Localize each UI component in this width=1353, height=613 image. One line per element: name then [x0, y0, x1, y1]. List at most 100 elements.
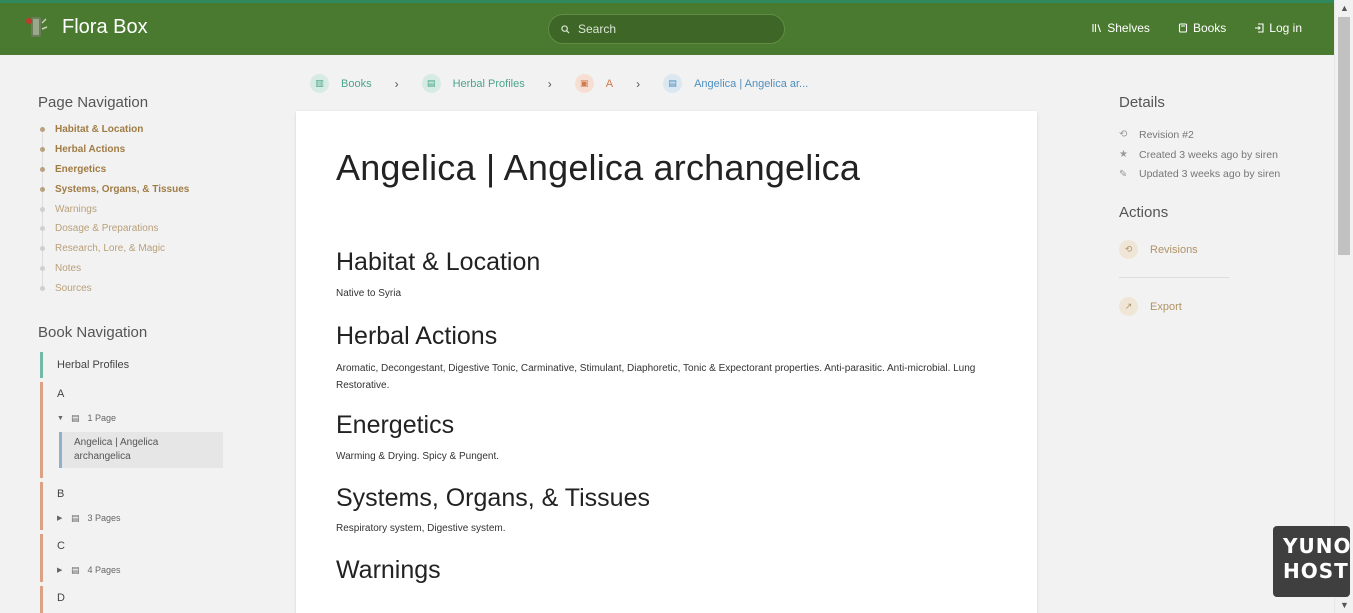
search-input[interactable]	[578, 22, 768, 36]
brand-link[interactable]: Flora Box	[22, 13, 148, 41]
breadcrumb-book[interactable]: ▤ Herbal Profiles	[421, 74, 525, 93]
page-nav-label: Sources	[55, 283, 92, 295]
nav-login-link[interactable]: Log in	[1254, 21, 1302, 35]
page-nav-item[interactable]: Dosage & Preparations	[38, 224, 238, 244]
breadcrumb-books[interactable]: ▥ Books	[310, 74, 372, 93]
page-scrollbar[interactable]: ▲ ▼	[1334, 0, 1353, 613]
page-nav-item[interactable]: Notes	[38, 264, 238, 284]
caret-right-icon: ▶	[57, 515, 63, 522]
current-page-link[interactable]: Angelica | Angelica archangelica	[59, 432, 223, 468]
page-nav-item[interactable]: Warnings	[38, 203, 238, 225]
page-content: Angelica | Angelica archangelica Habitat…	[296, 111, 1037, 613]
page-nav-item[interactable]: Systems, Organs, & Tissues	[38, 183, 238, 205]
book-nav-chapter: A ▼ ▤ 1 Page Angelica | Angelica archang…	[40, 382, 224, 478]
chapter-pages-toggle[interactable]: ▶ ▤ 3 Pages	[57, 506, 224, 530]
revision-detail[interactable]: ⟲ Revision #2	[1119, 125, 1319, 145]
chapter-pages-toggle[interactable]: ▶ ▤ 4 Pages	[57, 558, 224, 582]
section-heading: Herbal Actions	[336, 322, 498, 350]
revisions-button[interactable]: ⟲ Revisions	[1119, 240, 1319, 260]
shelves-icon	[1092, 24, 1102, 33]
breadcrumb: ▥ Books › ▤ Herbal Profiles › ▣ A › ▤ An…	[310, 74, 808, 93]
bullet-dot	[40, 146, 45, 152]
page-nav-label: Energetics	[55, 163, 107, 175]
yunohost-line2: HOST	[1283, 559, 1349, 583]
export-button[interactable]: ↗ Export	[1119, 297, 1319, 317]
updated-detail: ✎ Updated 3 weeks ago by siren	[1119, 165, 1319, 185]
nav-shelves-link[interactable]: Shelves	[1092, 21, 1150, 35]
page-navigation-list: Habitat & Location Herbal Actions Energe…	[38, 125, 238, 304]
revisions-label: Revisions	[1150, 243, 1198, 256]
history-icon: ⟲	[1119, 129, 1128, 141]
search-box[interactable]	[548, 14, 785, 44]
section-text: Native to Syria	[336, 288, 402, 299]
page-nav-label: Systems, Organs, & Tissues	[55, 183, 190, 195]
page-icon: ▤	[663, 74, 683, 93]
yunohost-line1: YUNO	[1283, 534, 1352, 558]
book-nav-chapter: B ▶ ▤ 3 Pages	[40, 482, 224, 530]
brand-name: Flora Box	[62, 15, 148, 38]
top-header: Flora Box Shelves Books Log in	[0, 0, 1334, 55]
page-nav-label: Habitat & Location	[55, 124, 144, 135]
book-nav-book-link[interactable]: Herbal Profiles	[40, 352, 224, 378]
bullet-dot	[40, 206, 45, 212]
nav-books-label: Books	[1192, 21, 1227, 35]
chapter-link[interactable]: B	[57, 482, 224, 506]
chapter-link[interactable]: D	[57, 586, 224, 610]
created-detail: ★ Created 3 weeks ago by siren	[1119, 145, 1319, 165]
breadcrumb-label: Angelica | Angelica ar...	[694, 77, 809, 90]
section-heading: Warnings	[336, 556, 441, 584]
bullet-dot	[40, 246, 45, 252]
pencil-icon: ✎	[1119, 168, 1128, 180]
scroll-up-arrow-icon[interactable]: ▲	[1340, 3, 1349, 13]
page-icon: ▤	[71, 412, 80, 423]
page-nav-item[interactable]: Herbal Actions	[38, 143, 238, 165]
page-title: Angelica | Angelica archangelica	[336, 147, 861, 188]
chapter-link[interactable]: C	[57, 534, 224, 558]
section-text: Respiratory system, Digestive system.	[336, 523, 506, 534]
details-sidebar: Details ⟲ Revision #2 ★ Created 3 weeks …	[1119, 94, 1319, 317]
page-nav-item[interactable]: Habitat & Location	[38, 125, 238, 145]
chapter-page-count: 3 Pages	[87, 513, 121, 523]
page-nav-label: Warnings	[55, 203, 97, 215]
breadcrumb-chapter[interactable]: ▣ A	[574, 74, 614, 93]
bullet-dot	[40, 226, 45, 232]
chapter-page-count: 1 Page	[87, 413, 117, 423]
books-icon: ▥	[310, 74, 329, 93]
login-icon	[1255, 23, 1264, 33]
nav-books-link[interactable]: Books	[1178, 21, 1226, 35]
details-title: Details	[1119, 94, 1165, 111]
page-nav-item[interactable]: Research, Lore, & Magic	[38, 244, 238, 264]
updated-label: Updated 3 weeks ago by siren	[1139, 168, 1281, 181]
scroll-thumb[interactable]	[1338, 17, 1350, 255]
logo-icon	[22, 13, 50, 41]
yunohost-badge[interactable]: YUNO HOST	[1273, 526, 1350, 597]
created-label: Created 3 weeks ago by siren	[1139, 148, 1278, 161]
chevron-right-icon: ›	[636, 76, 641, 91]
page-navigation: Page Navigation Habitat & Location Herba…	[38, 94, 238, 304]
scroll-down-arrow-icon[interactable]: ▼	[1340, 600, 1349, 610]
star-icon: ★	[1119, 149, 1128, 161]
chapter-pages-toggle[interactable]: ▼ ▤ 1 Page	[57, 406, 224, 430]
section-text: Aromatic, Decongestant, Digestive Tonic,…	[336, 363, 976, 391]
search-icon	[561, 24, 570, 34]
book-nav-chapter: C ▶ ▤ 4 Pages	[40, 534, 224, 582]
revision-label: Revision #2	[1139, 128, 1194, 141]
page-nav-item[interactable]: Sources	[38, 284, 238, 304]
export-label: Export	[1150, 300, 1182, 313]
breadcrumb-label: A	[605, 77, 614, 90]
section-heading: Systems, Organs, & Tissues	[336, 484, 650, 512]
page-navigation-title: Page Navigation	[38, 94, 149, 111]
bullet-dot	[40, 186, 45, 192]
book-nav-chapter: D ▶ ▤	[40, 586, 224, 613]
chevron-right-icon: ›	[394, 76, 399, 91]
page-nav-label: Herbal Actions	[55, 143, 126, 155]
breadcrumb-page[interactable]: ▤ Angelica | Angelica ar...	[663, 74, 808, 93]
book-icon: ▤	[421, 74, 441, 93]
page-nav-item[interactable]: Energetics	[38, 163, 238, 185]
page-nav-label: Dosage & Preparations	[55, 223, 159, 235]
breadcrumb-label: Books	[341, 77, 372, 90]
export-icon: ↗	[1119, 297, 1138, 317]
chevron-right-icon: ›	[547, 76, 552, 91]
chapter-link[interactable]: A	[57, 382, 224, 406]
actions-title: Actions	[1119, 204, 1169, 222]
